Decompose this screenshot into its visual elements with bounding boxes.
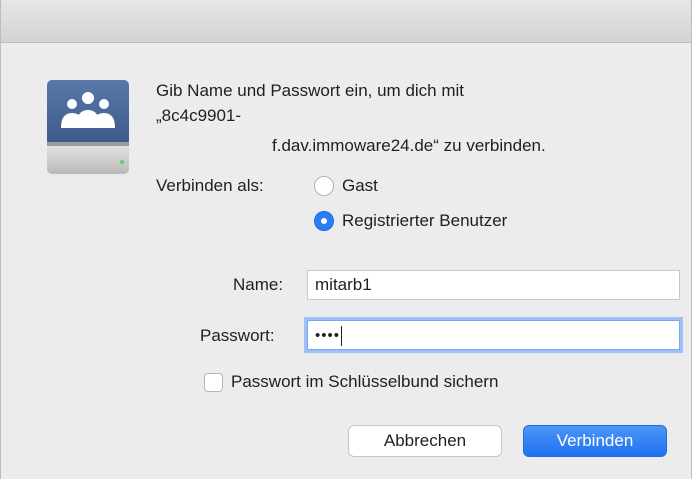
name-label: Name: bbox=[233, 275, 284, 294]
keychain-checkbox[interactable] bbox=[204, 373, 223, 392]
title-bar[interactable] bbox=[1, 0, 691, 43]
connect-dialog: Gib Name und Passwort ein, um dich mit „… bbox=[0, 0, 692, 479]
connect-as-label: Verbinden als: bbox=[156, 176, 264, 195]
message-line-1: Gib Name und Passwort ein, um dich mit bbox=[156, 81, 465, 100]
guest-radio-label[interactable]: Gast bbox=[342, 176, 378, 196]
password-label: Passwort: bbox=[200, 326, 275, 345]
registered-user-radio[interactable] bbox=[314, 211, 334, 231]
registered-user-radio-label[interactable]: Registrierter Benutzer bbox=[342, 211, 507, 231]
keychain-checkbox-label[interactable]: Passwort im Schlüsselbund sichern bbox=[231, 372, 498, 392]
password-value: •••• bbox=[315, 327, 341, 344]
guest-radio[interactable] bbox=[314, 176, 334, 196]
message-line-3: f.dav.immoware24.de“ zu verbinden. bbox=[272, 136, 546, 155]
text-caret bbox=[341, 325, 343, 346]
connect-button[interactable]: Verbinden bbox=[523, 425, 667, 457]
cancel-button[interactable]: Abbrechen bbox=[348, 425, 502, 457]
name-field[interactable]: mitarb1 bbox=[307, 270, 680, 300]
password-field[interactable]: •••• bbox=[307, 320, 680, 350]
network-drive-icon bbox=[43, 78, 133, 178]
message-line-2: „8c4c9901- bbox=[156, 106, 242, 125]
